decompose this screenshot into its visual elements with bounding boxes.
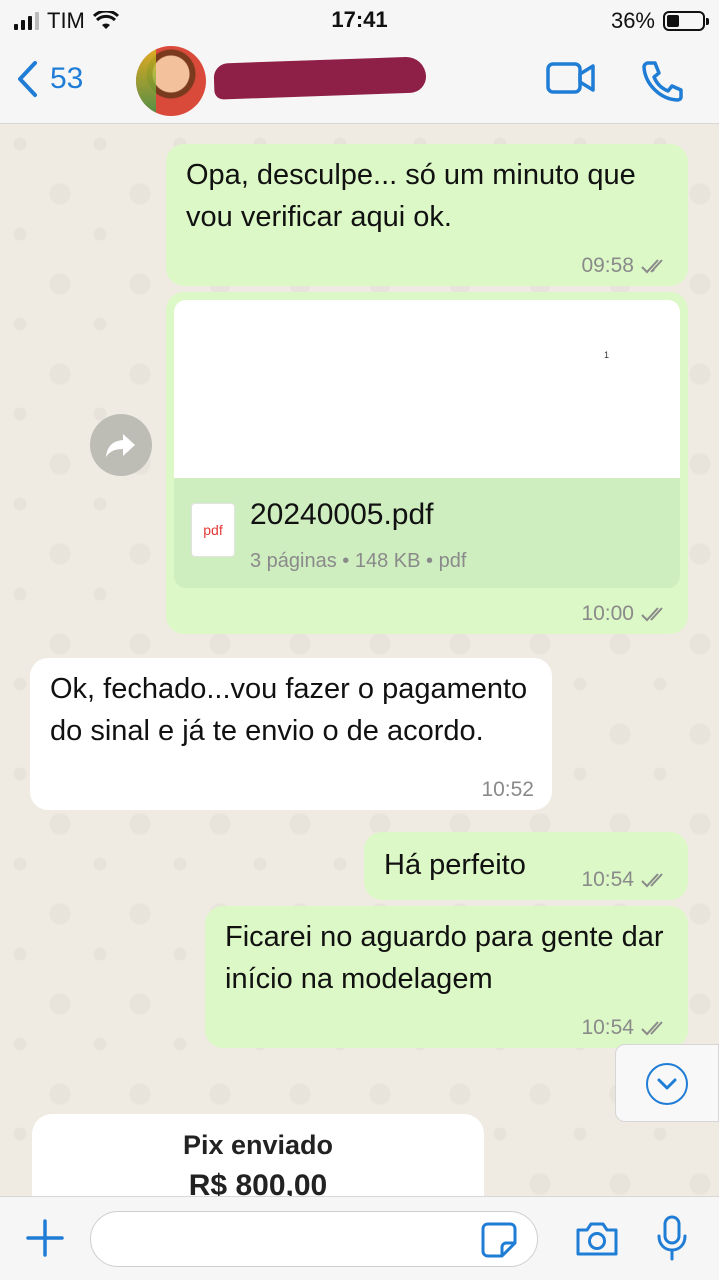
document-info[interactable]: pdf 20240005.pdf 3 páginas • 148 KB • pd…	[174, 478, 680, 588]
message-bubble[interactable]: Ok, fechado...vou fazer o pagamento do s…	[30, 658, 552, 810]
message-time: 10:00	[581, 602, 634, 625]
redacted-contact-name[interactable]	[213, 56, 427, 100]
battery-fill	[667, 15, 680, 27]
forward-button[interactable]	[90, 414, 152, 476]
pix-title: Pix enviado	[182, 1130, 334, 1160]
message-meta: 10:00	[581, 602, 670, 626]
message-time: 10:54	[581, 868, 634, 891]
forward-icon	[106, 434, 135, 457]
pix-amount: R$ 800,00	[188, 1169, 328, 1196]
document-message[interactable]: 1 pdf 20240005.pdf 3 páginas • 148 KB • …	[166, 292, 688, 634]
back-button[interactable]: 53	[16, 60, 83, 98]
message-input[interactable]	[90, 1211, 538, 1267]
message-meta: 10:54	[581, 1016, 670, 1040]
status-right: 36%	[610, 8, 709, 34]
document-preview[interactable]: 1	[174, 300, 680, 478]
document-meta: 3 páginas • 148 KB • pdf	[250, 550, 467, 572]
contact-avatar[interactable]	[136, 46, 206, 116]
chat-header: 53	[0, 40, 719, 124]
double-check-icon	[641, 259, 663, 274]
battery-percent: 36%	[610, 8, 655, 33]
message-text: Opa, desculpe... só um minuto que vou ve…	[186, 159, 636, 233]
pdf-file-icon: pdf	[192, 504, 234, 556]
preview-page-number: 1	[604, 350, 610, 360]
message-bubble[interactable]: Opa, desculpe... só um minuto que vou ve…	[166, 144, 688, 286]
message-text: Ok, fechado...vou fazer o pagamento do s…	[50, 673, 528, 747]
camera-icon[interactable]	[574, 1221, 620, 1257]
message-time: 09:58	[581, 254, 634, 277]
message-text: Ficarei no aguardo para gente dar início…	[225, 921, 664, 995]
scroll-to-bottom-button[interactable]	[615, 1044, 719, 1122]
double-check-icon	[641, 873, 663, 888]
microphone-icon[interactable]	[656, 1215, 688, 1261]
status-bar: TIM 17:41 36%	[0, 0, 719, 40]
phone-icon[interactable]	[640, 60, 684, 102]
message-meta: 10:52	[481, 778, 534, 802]
message-time: 10:54	[581, 1016, 634, 1039]
pix-receipt-card[interactable]: Pix enviado R$ 800,00	[32, 1114, 484, 1196]
chevron-down-glyph	[657, 1078, 677, 1090]
chevron-down-icon	[646, 1063, 688, 1105]
document-name: 20240005.pdf	[250, 498, 434, 531]
sticker-icon[interactable]	[480, 1221, 518, 1259]
battery-icon	[663, 11, 709, 31]
plus-icon[interactable]	[24, 1217, 66, 1259]
message-meta: 09:58	[581, 254, 670, 278]
video-call-icon[interactable]	[546, 60, 596, 96]
message-bubble[interactable]: Há perfeito 10:54	[364, 832, 688, 900]
message-meta: 10:54	[581, 868, 670, 892]
chat-area[interactable]: Opa, desculpe... só um minuto que vou ve…	[0, 124, 719, 1196]
message-time: 10:52	[481, 778, 534, 801]
chevron-left-icon	[18, 61, 37, 97]
message-text: Há perfeito	[384, 849, 526, 881]
message-bubble[interactable]: Ficarei no aguardo para gente dar início…	[205, 906, 688, 1048]
double-check-icon	[641, 607, 663, 622]
double-check-icon	[641, 1021, 663, 1036]
message-input-bar	[0, 1196, 719, 1280]
unread-count: 53	[50, 62, 84, 95]
